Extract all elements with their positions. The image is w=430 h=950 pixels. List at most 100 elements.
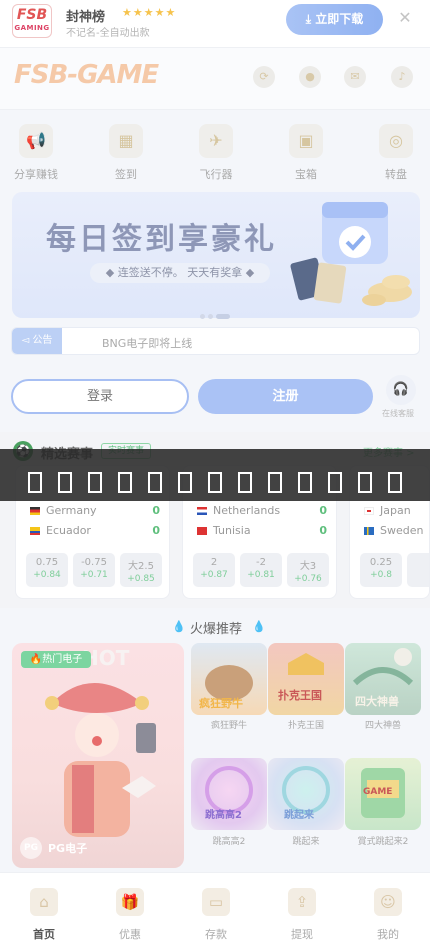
withdraw-icon: ⇪ [288,888,316,916]
game-tile[interactable]: 疯狂野牛 [191,643,267,715]
glyph-box [358,472,372,493]
register-button[interactable]: 注册 [198,379,373,414]
svg-text:扑克王国: 扑克王国 [278,688,322,702]
tab-withdraw[interactable]: ⇪ 提现 [272,888,332,942]
odds-button[interactable]: 0.25 +0.8 [360,553,402,587]
flag-icon [197,507,207,515]
featured-provider: PG电子 [48,842,88,855]
glyph-box [238,472,252,493]
profile-icon: ☺ [374,888,402,916]
bell-icon[interactable]: ♪ [391,66,413,88]
glyph-box [148,472,162,493]
odds-button[interactable]: 0.75 +0.84 [26,553,68,587]
glyph-box [58,472,72,493]
flag-icon [197,527,207,535]
carousel-dots[interactable] [200,304,240,319]
glyph-box [118,472,132,493]
odds-button[interactable]: 大2.5 +0.85 [120,553,162,587]
drop-icon: 💧 [252,620,266,633]
beasts-illustration: 四大神兽 [352,648,414,708]
chest-icon: ▣ [289,124,323,158]
team-row: Sweden [364,524,429,537]
featured-game-card[interactable]: HOT [12,643,184,868]
hot-game-badge: 🔥热门电子 [21,651,91,668]
game-title: 跳高高2 [212,837,246,847]
game-title: 四大神兽 [364,721,401,731]
game-title: 跳起来 [292,837,320,847]
tab-profile[interactable]: ☺ 我的 [358,888,418,942]
flag-icon [364,527,374,535]
login-button[interactable]: 登录 [11,379,189,414]
odds-button[interactable]: 2 +0.87 [193,553,235,587]
game-title: 賞式跳起来2 [357,837,409,847]
promo-subtitle: ◆ 连签送不停。 天天有奖拿 ◆ [90,263,270,283]
glyph-box [268,472,282,493]
team-row: Japan [364,504,429,517]
joker-illustration: HOT [45,646,156,837]
download-label: 立即下载 [315,12,364,26]
poker-illustration: 扑克王国 [278,653,324,702]
odds-button[interactable]: -2 +0.81 [240,553,282,587]
coin-icon[interactable]: ● [299,66,321,88]
tab-promotions[interactable]: 🎁 优惠 [100,888,160,942]
svg-text:四大神兽: 四大神兽 [355,694,399,708]
game-title: 疯狂野牛 [210,721,247,731]
odds-button[interactable]: -0.75 +0.71 [73,553,115,587]
pg-logo-icon: PG [20,837,42,859]
quick-item-share[interactable]: 📢 分享赚钱 [6,124,66,182]
glyph-box [328,472,342,493]
svg-text:跳高高2: 跳高高2 [205,808,242,821]
glyph-box [298,472,312,493]
rating-stars: ★★★★★ [122,6,177,19]
download-icon: ⤓ [305,12,316,26]
team-row: Ecuador 0 [30,524,169,537]
team-row: Germany 0 [30,504,169,517]
bison-illustration: 疯狂野牛 [199,665,253,710]
tab-home[interactable]: ⌂ 首页 [14,888,74,942]
flag-icon [30,527,40,535]
svg-text:GAME: GAME [363,787,392,797]
wallet-icon: ▭ [202,888,230,916]
flag-icon [30,507,40,515]
notice-tag: ◅ 公告 [12,328,62,354]
message-icon[interactable]: ✉ [344,66,366,88]
notice-bar[interactable] [11,327,420,355]
odds-button[interactable] [407,553,429,587]
tab-deposit[interactable]: ▭ 存款 [186,888,246,942]
glyph-box [388,472,402,493]
quick-item-checkin[interactable]: ▦ 签到 [96,124,156,182]
headset-icon[interactable]: 🎧 [386,375,416,405]
quick-item-chest[interactable]: ▣ 宝箱 [276,124,336,182]
download-button[interactable]: ⤓ 立即下载 [286,4,383,35]
team-row: Netherlands 0 [197,504,336,517]
refresh-icon[interactable]: ⟳ [253,66,275,88]
close-icon[interactable]: ✕ [396,9,414,27]
home-icon: ⌂ [30,888,58,916]
game-tile[interactable]: 跳起来 [268,758,344,830]
promo-illustration [290,202,412,306]
support-label: 在线客服 [382,409,414,418]
svg-text:疯狂野牛: 疯狂野牛 [199,696,243,710]
megaphone-icon: 📢 [19,124,53,158]
calendar-icon: ▦ [109,124,143,158]
odds-button[interactable]: 大3 +0.76 [287,553,329,587]
gift-icon: 🎁 [116,888,144,916]
disco-illustration: 跳高高2 [205,766,253,821]
game-tile[interactable]: 扑克王国 [268,643,344,715]
megaphone-icon: ◅ [21,335,33,346]
game-tile[interactable]: 跳高高2 [191,758,267,830]
glyph-box [28,472,42,493]
plane-icon: ✈ [199,124,233,158]
team-row: Tunisia 0 [197,524,336,537]
flag-icon [364,507,374,515]
glyph-box [178,472,192,493]
quick-item-aircraft[interactable]: ✈ 飞行器 [186,124,246,182]
glyph-box [88,472,102,493]
game-tile[interactable]: 四大神兽 [345,643,421,715]
app-subtitle: 不记名-全自动出款 [66,28,150,39]
wheel-icon: ◎ [379,124,413,158]
quick-item-wheel[interactable]: ◎ 转盘 [366,124,426,182]
promo-title: 每日签到享豪礼 [46,222,277,257]
game-tile[interactable]: GAME [345,758,421,830]
site-logo: FSB-GAME [14,60,159,90]
